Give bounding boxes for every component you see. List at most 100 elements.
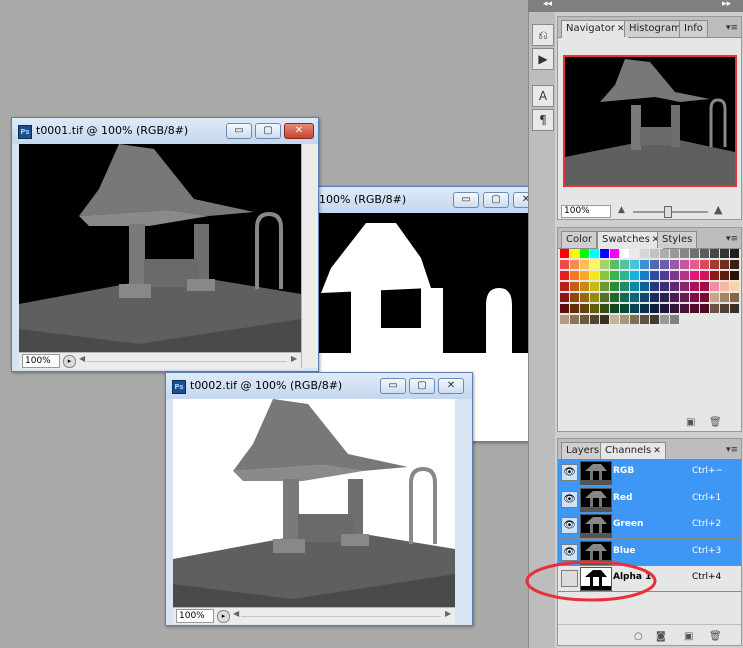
color-swatch[interactable] (680, 271, 689, 280)
color-swatch[interactable] (570, 249, 579, 258)
color-swatch[interactable] (680, 249, 689, 258)
color-swatch[interactable] (710, 304, 719, 313)
minimize-button[interactable]: ▭ (453, 192, 479, 208)
color-swatch[interactable] (600, 260, 609, 269)
color-swatch[interactable] (710, 271, 719, 280)
color-swatch[interactable] (620, 271, 629, 280)
color-swatch[interactable] (580, 315, 589, 324)
color-swatch[interactable] (670, 271, 679, 280)
color-swatch[interactable] (610, 260, 619, 269)
trash-icon[interactable]: 🗑 (709, 631, 722, 642)
color-swatch[interactable] (580, 249, 589, 258)
color-swatch[interactable] (710, 249, 719, 258)
color-swatch[interactable] (590, 260, 599, 269)
maximize-button[interactable]: ▢ (409, 378, 435, 394)
zoom-out-icon[interactable]: ▲ (618, 205, 625, 215)
color-swatch[interactable] (600, 282, 609, 291)
color-swatch[interactable] (570, 315, 579, 324)
color-swatch[interactable] (700, 260, 709, 269)
collapse-dock-icon[interactable]: ◂◂ (543, 0, 552, 9)
horizontal-scrollbar[interactable] (241, 616, 441, 617)
minimize-button[interactable]: ▭ (380, 378, 406, 394)
color-swatch[interactable] (580, 282, 589, 291)
color-swatch[interactable] (620, 249, 629, 258)
scroll-left-icon[interactable]: ◀ (79, 354, 85, 363)
color-swatch[interactable] (690, 282, 699, 291)
color-swatch[interactable] (720, 304, 729, 313)
color-swatch[interactable] (640, 293, 649, 302)
document-titlebar[interactable]: Ps t0001.tif @ 100% (RGB/8#) ▭ ▢ ✕ (12, 118, 318, 144)
new-swatch-icon[interactable]: ▣ (686, 417, 695, 428)
panel-menu-icon[interactable]: ▾≡ (726, 234, 738, 244)
eye-icon[interactable]: 👁 (561, 490, 578, 508)
color-swatch[interactable] (600, 249, 609, 258)
color-swatch[interactable] (570, 293, 579, 302)
color-swatch[interactable] (690, 293, 699, 302)
color-swatch[interactable] (700, 293, 709, 302)
color-swatch[interactable] (570, 260, 579, 269)
color-swatch[interactable] (620, 293, 629, 302)
new-channel-icon[interactable]: ▣ (684, 631, 693, 642)
color-swatch[interactable] (650, 293, 659, 302)
color-swatch[interactable] (620, 260, 629, 269)
color-swatch[interactable] (610, 282, 619, 291)
load-selection-icon[interactable]: ○ (634, 631, 643, 642)
color-swatch[interactable] (720, 293, 729, 302)
color-swatch[interactable] (730, 282, 739, 291)
color-swatch[interactable] (630, 304, 639, 313)
zoom-slider-thumb[interactable] (664, 206, 672, 218)
scroll-right-icon[interactable]: ▶ (291, 354, 297, 363)
color-swatch[interactable] (630, 315, 639, 324)
color-swatch[interactable] (640, 304, 649, 313)
color-swatch[interactable] (640, 260, 649, 269)
color-swatch[interactable] (720, 271, 729, 280)
color-swatch[interactable] (570, 271, 579, 280)
color-swatch[interactable] (560, 271, 569, 280)
tab-channels[interactable]: Channels ✕ (600, 442, 666, 460)
color-swatch[interactable] (650, 282, 659, 291)
color-swatch[interactable] (690, 249, 699, 258)
scroll-right-icon[interactable]: ▶ (445, 609, 451, 618)
color-swatch[interactable] (590, 282, 599, 291)
color-swatch[interactable] (650, 249, 659, 258)
color-swatch[interactable] (650, 315, 659, 324)
close-icon[interactable]: ✕ (653, 446, 661, 456)
tab-swatches[interactable]: Swatches ✕ (597, 231, 665, 249)
document-canvas[interactable] (173, 399, 455, 607)
panel-menu-icon[interactable]: ▾≡ (726, 23, 738, 33)
color-swatch[interactable] (560, 260, 569, 269)
channel-row-green[interactable]: 👁 Green Ctrl+2 (558, 512, 741, 539)
color-swatch[interactable] (630, 249, 639, 258)
color-swatch[interactable] (620, 304, 629, 313)
color-swatch[interactable] (730, 304, 739, 313)
color-swatch[interactable] (580, 271, 589, 280)
close-button[interactable]: ✕ (438, 378, 464, 394)
eye-icon[interactable]: 👁 (561, 517, 578, 534)
color-swatch[interactable] (610, 315, 619, 324)
horizontal-scrollbar[interactable] (87, 361, 287, 362)
color-swatch[interactable] (720, 282, 729, 291)
color-swatch[interactable] (660, 260, 669, 269)
color-swatch[interactable] (730, 260, 739, 269)
color-swatch[interactable] (710, 293, 719, 302)
color-swatch[interactable] (610, 249, 619, 258)
color-swatch[interactable] (690, 304, 699, 313)
color-swatch[interactable] (620, 282, 629, 291)
document-titlebar[interactable]: Ps t0002.tif @ 100% (RGB/8#) ▭ ▢ ✕ (166, 373, 472, 399)
panel-menu-icon[interactable]: ▾≡ (726, 445, 738, 455)
color-swatch[interactable] (610, 304, 619, 313)
color-swatch[interactable] (670, 293, 679, 302)
color-swatch[interactable] (640, 249, 649, 258)
status-menu-icon[interactable]: ▸ (63, 355, 76, 368)
color-swatch[interactable] (650, 260, 659, 269)
color-swatch[interactable] (560, 304, 569, 313)
color-swatch[interactable] (650, 304, 659, 313)
color-swatch[interactable] (680, 282, 689, 291)
navigator-zoom-field[interactable]: 100% (561, 205, 611, 218)
color-swatch[interactable] (720, 260, 729, 269)
close-button[interactable]: ✕ (284, 123, 314, 139)
color-swatch[interactable] (640, 315, 649, 324)
maximize-button[interactable]: ▢ (483, 192, 509, 208)
color-swatch[interactable] (650, 271, 659, 280)
color-swatch[interactable] (660, 249, 669, 258)
